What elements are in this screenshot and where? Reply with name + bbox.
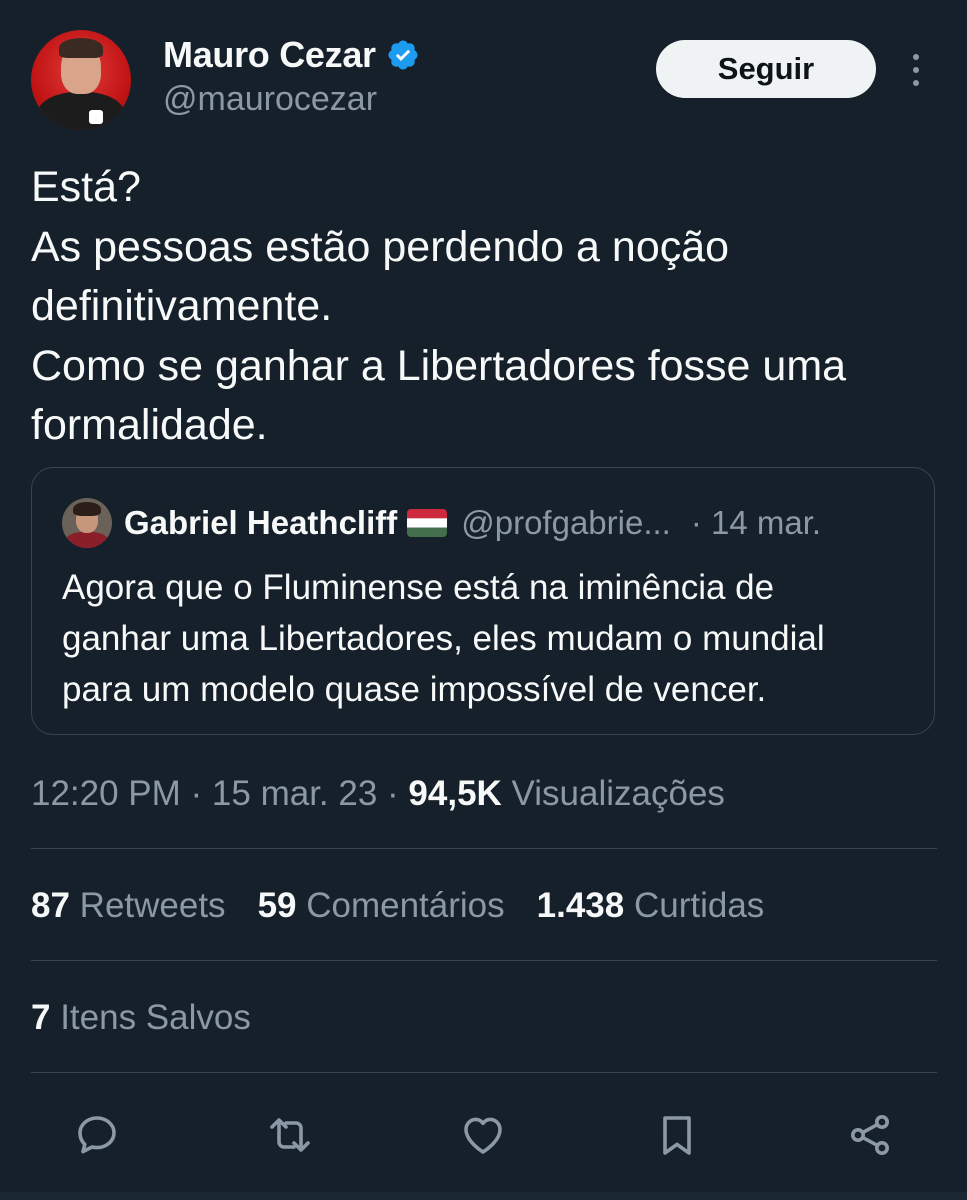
like-icon: [464, 1117, 502, 1154]
quoted-author-handle: @profgabrie...: [461, 504, 671, 541]
share-icon: [851, 1115, 889, 1155]
avatar-hair: [59, 38, 103, 58]
bookmarks-count: 7: [31, 998, 51, 1037]
comments-count: 59: [257, 886, 297, 925]
reply-icon: [78, 1116, 116, 1154]
meta-separator: ·: [180, 774, 212, 813]
quoted-tweet-text: Agora que o Fluminense está na iminência…: [62, 562, 922, 715]
tweet-detail: Mauro Cezar @maurocezar Seguir Está? As …: [0, 0, 967, 1200]
retweets-stat[interactable]: 87 Retweets: [31, 886, 226, 926]
comments-label: Comentários: [296, 886, 505, 925]
tweet-text: Está? As pessoas estão perdendo a noção …: [31, 158, 941, 456]
verified-badge-icon: [388, 40, 418, 70]
bottom-bar: [0, 1192, 967, 1200]
views-count: 94,5K: [408, 774, 502, 813]
tweet-meta: 12:20 PM · 15 mar. 23 · 94,5K Visualizaç…: [31, 774, 725, 814]
tweet-text-line: Está?: [31, 163, 141, 211]
tweet-time[interactable]: 12:20 PM: [31, 774, 181, 813]
bookmarks-label: Itens Salvos: [50, 998, 251, 1037]
hungary-flag-icon: [407, 509, 448, 537]
quoted-text-line: ganhar uma Libertadores, eles mudam o mu…: [62, 619, 825, 658]
views-label: Visualizações: [501, 774, 725, 813]
tweet-text-line: As pessoas estão perdendo a noção: [31, 222, 730, 271]
avatar-body: [37, 92, 125, 130]
retweet-button[interactable]: [263, 1108, 317, 1162]
author-display-name[interactable]: Mauro Cezar: [163, 34, 376, 76]
quoted-text-line: para um modelo quase impossível de vence…: [62, 670, 767, 709]
divider: [31, 960, 937, 961]
meta-separator: ·: [377, 774, 409, 813]
follow-button[interactable]: Seguir: [656, 40, 876, 98]
share-button[interactable]: [843, 1108, 897, 1162]
quoted-tweet-card[interactable]: Gabriel Heathcliff @profgabrie... · 14 m…: [31, 467, 935, 735]
quoted-text-line: Agora que o Fluminense está na iminência…: [62, 568, 775, 607]
quoted-avatar-body: [65, 532, 109, 548]
tweet-text-line: formalidade.: [31, 401, 268, 449]
comments-stat[interactable]: 59 Comentários: [258, 886, 505, 926]
more-options-icon[interactable]: [904, 50, 928, 90]
likes-count: 1.438: [536, 886, 625, 925]
quoted-author-avatar: [62, 498, 112, 548]
retweet-icon: [270, 1118, 310, 1152]
likes-label: Curtidas: [624, 886, 765, 925]
divider: [31, 1072, 937, 1073]
author-name-row[interactable]: Mauro Cezar: [163, 34, 420, 76]
quoted-tweet-header: Gabriel Heathcliff @profgabrie... · 14 m…: [124, 504, 821, 542]
tweet-date[interactable]: 15 mar. 23: [212, 774, 377, 813]
divider: [31, 848, 937, 849]
engagement-stats: 87 Retweets 59 Comentários 1.438 Curtida…: [31, 886, 796, 926]
bookmark-button[interactable]: [650, 1108, 704, 1162]
quoted-author-name: Gabriel Heathcliff: [124, 504, 398, 541]
retweets-count: 87: [31, 886, 70, 925]
quoted-tweet-date: · 14 mar.: [690, 504, 822, 541]
author-avatar[interactable]: [31, 30, 131, 130]
tweet-text-line: definitivamente.: [31, 282, 333, 330]
bookmarks-stat[interactable]: 7 Itens Salvos: [31, 998, 251, 1038]
bookmark-icon: [663, 1116, 691, 1155]
quoted-avatar-hair: [73, 502, 101, 516]
avatar-badge: [89, 110, 103, 124]
tweet-text-line: Como se ganhar a Libertadores fosse uma: [31, 341, 847, 390]
reply-button[interactable]: [70, 1108, 124, 1162]
retweets-label: Retweets: [69, 886, 226, 925]
author-handle[interactable]: @maurocezar: [163, 80, 377, 119]
likes-stat[interactable]: 1.438 Curtidas: [537, 886, 765, 926]
like-button[interactable]: [456, 1108, 510, 1162]
